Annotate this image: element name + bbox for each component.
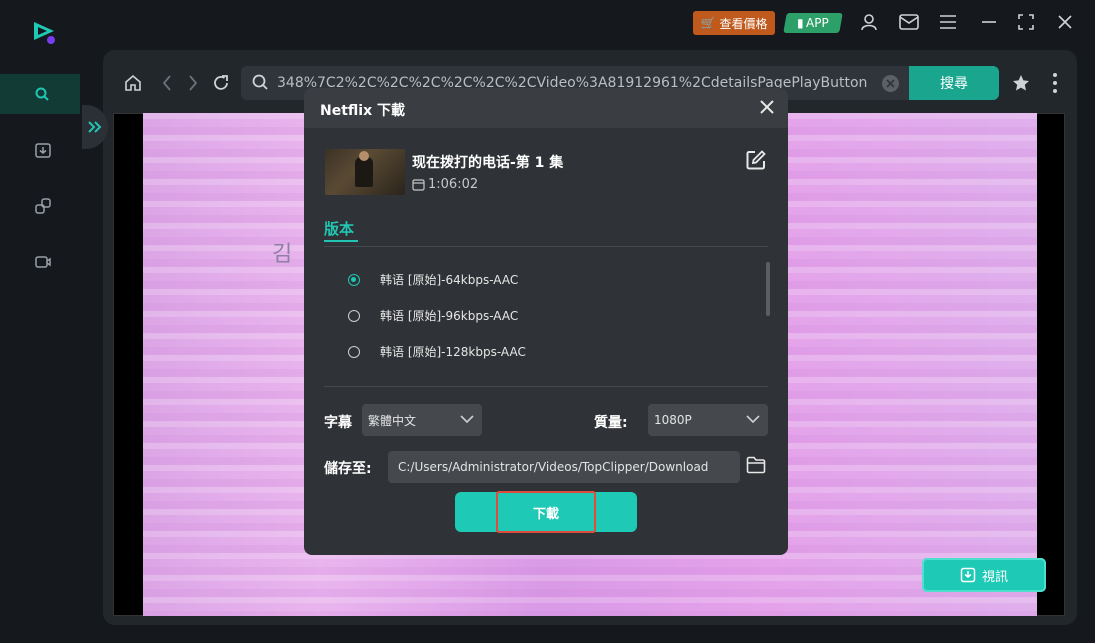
maximize-icon[interactable] bbox=[1016, 12, 1036, 32]
divider bbox=[324, 246, 768, 247]
save-to-label: 儲存至: bbox=[324, 461, 372, 477]
view-price-button[interactable]: 🛒 查看價格 bbox=[693, 11, 775, 35]
app-label: APP bbox=[806, 16, 830, 30]
edit-icon[interactable] bbox=[746, 150, 766, 170]
refresh-icon[interactable] bbox=[210, 70, 232, 96]
option-64kbps[interactable]: 韩语 [原始]-64kbps-AAC bbox=[348, 271, 518, 288]
subtitle-value: 繁體中文 bbox=[368, 413, 417, 428]
cart-icon: 🛒 bbox=[700, 16, 716, 30]
close-window-icon[interactable] bbox=[1055, 12, 1075, 32]
user-icon[interactable] bbox=[859, 12, 879, 32]
divider bbox=[324, 386, 768, 387]
subtitle-label: 字幕 bbox=[324, 415, 352, 431]
episode-thumbnail bbox=[325, 149, 405, 195]
phone-icon: ▮ bbox=[796, 16, 804, 30]
tab-underline bbox=[324, 240, 358, 242]
minimize-icon[interactable] bbox=[979, 12, 999, 32]
search-button[interactable]: 搜尋 bbox=[909, 66, 999, 100]
search-button-label: 搜尋 bbox=[940, 76, 968, 92]
netflix-download-dialog: Netflix 下載 现在拨打的电话-第 1 集 1:06:02 版本 韩语 [… bbox=[304, 88, 788, 555]
video-sniff-button[interactable]: 視訊 bbox=[922, 558, 1046, 592]
convert-icon bbox=[35, 198, 51, 214]
quality-select[interactable]: 1080P bbox=[648, 404, 768, 436]
sidebar-item-convert[interactable] bbox=[0, 186, 80, 226]
option-128kbps[interactable]: 韩语 [原始]-128kbps-AAC bbox=[348, 343, 526, 360]
options-scrollbar[interactable] bbox=[766, 262, 770, 316]
more-options-icon[interactable] bbox=[1044, 70, 1066, 96]
bookmark-star-icon[interactable] bbox=[1010, 70, 1032, 96]
chevron-down-icon bbox=[460, 415, 474, 424]
app-logo bbox=[30, 16, 58, 46]
video-tool-icon bbox=[35, 256, 51, 268]
download-button[interactable]: 下載 bbox=[455, 492, 637, 532]
menu-icon[interactable] bbox=[938, 12, 958, 32]
save-path-text: C:/Users/Administrator/Videos/TopClipper… bbox=[398, 460, 709, 474]
chevron-down-icon bbox=[746, 415, 760, 424]
calendar-icon bbox=[412, 179, 425, 191]
folder-icon[interactable] bbox=[746, 456, 766, 476]
app-button[interactable]: ▮ APP bbox=[783, 13, 843, 33]
sidebar-item-video-tools[interactable] bbox=[0, 242, 80, 282]
tab-version[interactable]: 版本 bbox=[324, 218, 354, 239]
sidebar-item-downloads[interactable] bbox=[0, 130, 80, 170]
download-box-icon bbox=[35, 143, 51, 158]
back-icon[interactable] bbox=[156, 70, 178, 96]
download-button-label: 下載 bbox=[532, 506, 559, 522]
clear-url-icon[interactable] bbox=[882, 75, 899, 92]
episode-title: 现在拨打的电话-第 1 集 bbox=[412, 155, 564, 171]
quality-label: 質量: bbox=[594, 415, 628, 431]
search-icon bbox=[35, 87, 49, 101]
save-path-field[interactable]: C:/Users/Administrator/Videos/TopClipper… bbox=[388, 451, 740, 483]
dialog-title: Netflix 下載 bbox=[320, 103, 405, 119]
quality-value: 1080P bbox=[654, 413, 692, 427]
episode-duration: 1:06:02 bbox=[412, 177, 478, 192]
close-icon[interactable] bbox=[759, 99, 775, 115]
download-icon bbox=[960, 567, 976, 583]
radio[interactable] bbox=[348, 309, 360, 322]
double-chevron-right-icon bbox=[88, 121, 102, 133]
video-sniff-label: 視訊 bbox=[981, 569, 1008, 585]
view-price-label: 查看價格 bbox=[719, 16, 768, 31]
video-overlay-text: 김 bbox=[272, 242, 293, 267]
url-search-icon bbox=[251, 73, 269, 95]
radio-selected[interactable] bbox=[348, 273, 360, 286]
home-icon[interactable] bbox=[122, 70, 144, 96]
subtitle-select[interactable]: 繁體中文 bbox=[362, 404, 482, 436]
option-label: 韩语 [原始]-64kbps-AAC bbox=[380, 273, 519, 287]
duration-text: 1:06:02 bbox=[428, 177, 479, 192]
radio[interactable] bbox=[348, 345, 360, 358]
forward-icon[interactable] bbox=[182, 70, 204, 96]
option-label: 韩语 [原始]-96kbps-AAC bbox=[380, 309, 519, 323]
mail-icon[interactable] bbox=[899, 12, 919, 32]
sidebar-item-search[interactable] bbox=[0, 74, 80, 114]
option-label: 韩语 [原始]-128kbps-AAC bbox=[380, 345, 526, 359]
option-96kbps[interactable]: 韩语 [原始]-96kbps-AAC bbox=[348, 307, 518, 324]
